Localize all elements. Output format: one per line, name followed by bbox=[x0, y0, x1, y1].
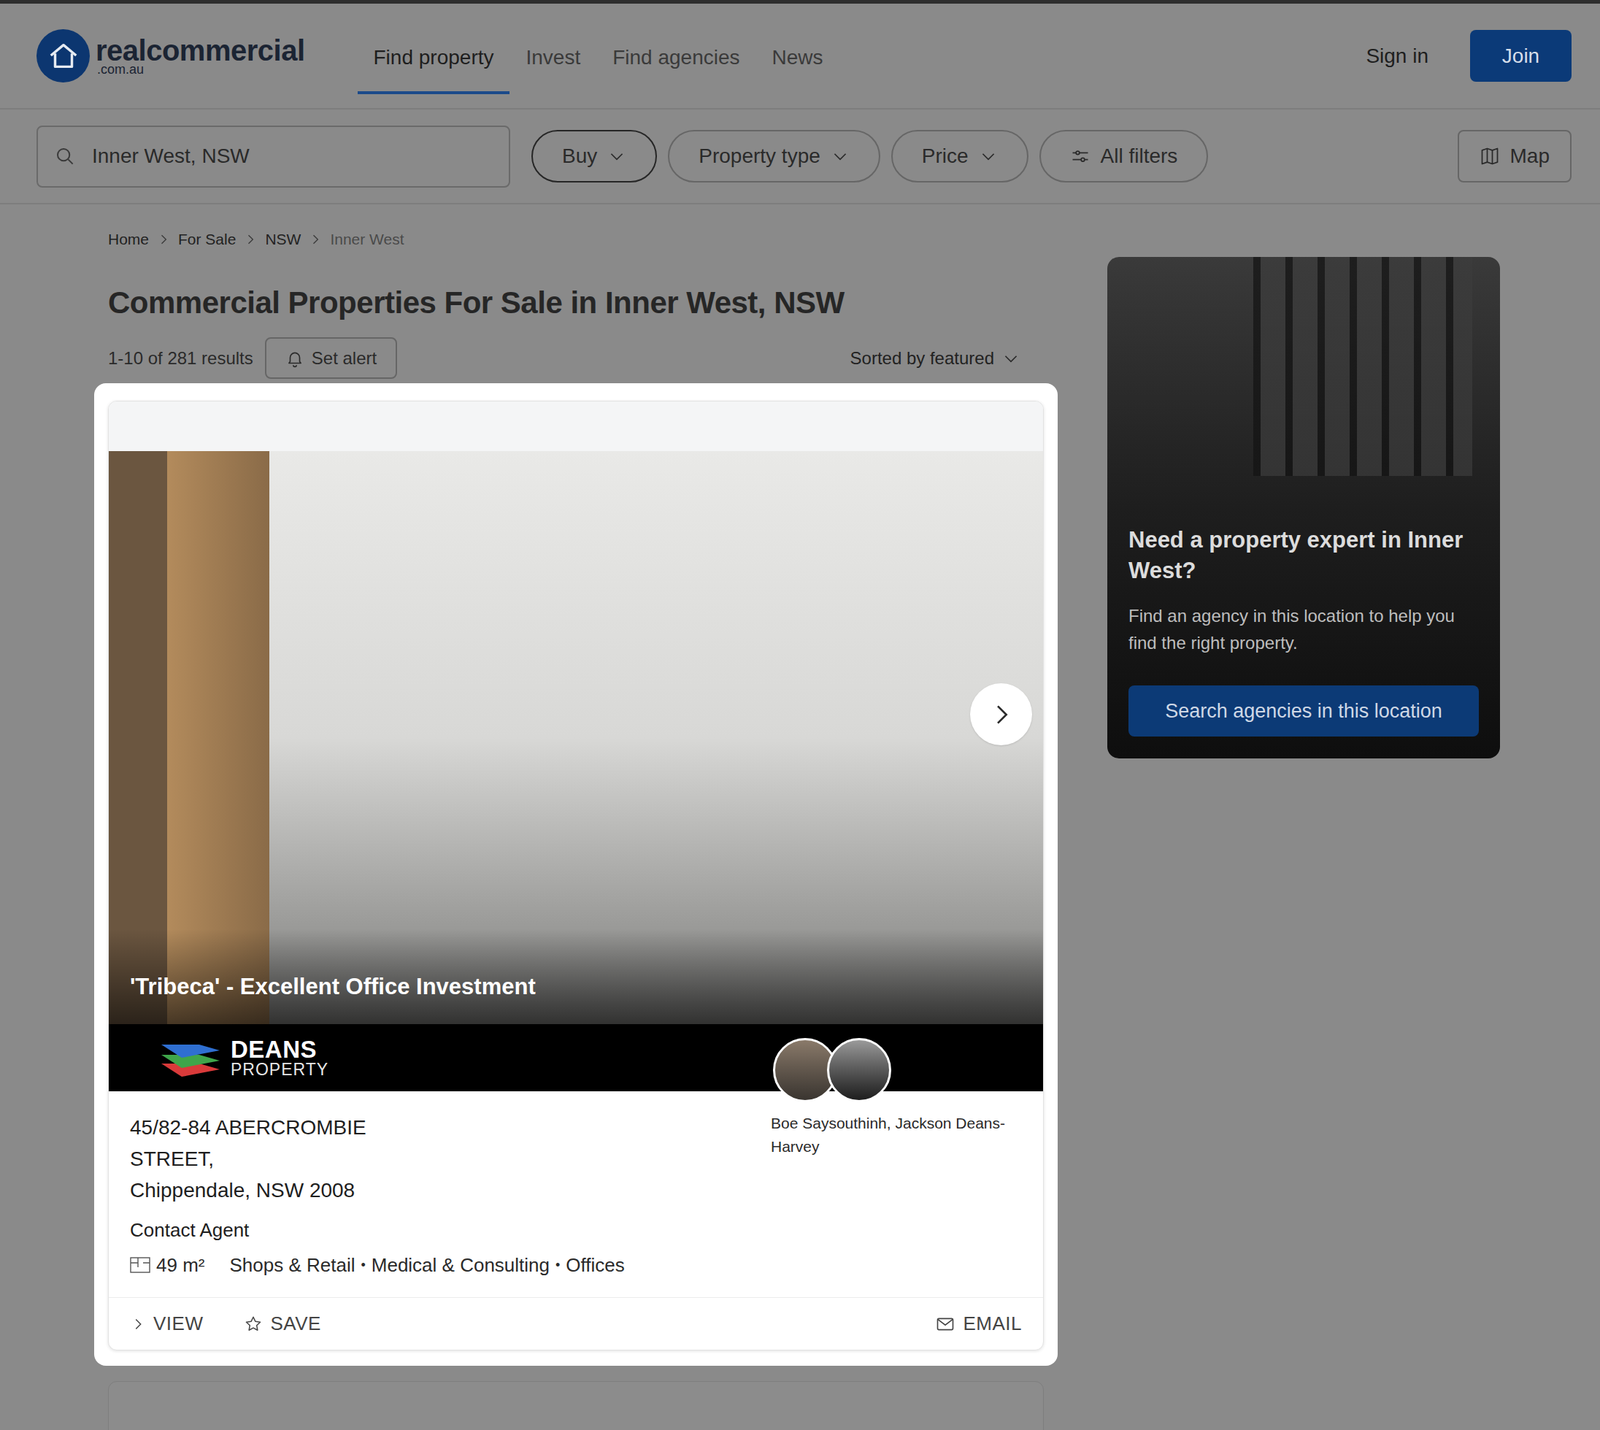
next-photo-button[interactable] bbox=[970, 683, 1033, 746]
set-alert-button[interactable]: Set alert bbox=[264, 337, 398, 379]
listing-photo[interactable]: 'Tribeca' - Excellent Office Investment bbox=[108, 451, 1044, 1025]
search-input[interactable] bbox=[91, 140, 509, 172]
listing-price: Contact Agent bbox=[129, 1216, 1022, 1244]
breadcrumb-item: Inner West bbox=[329, 229, 404, 250]
house-icon bbox=[36, 29, 90, 83]
filter-button[interactable]: Buy bbox=[531, 129, 657, 183]
chevron-right-icon bbox=[129, 1316, 146, 1333]
bell-icon bbox=[285, 348, 305, 368]
floor-area-icon bbox=[129, 1256, 151, 1273]
chevron-right-icon bbox=[243, 232, 258, 247]
page-heading: Commercial Properties For Sale in Inner … bbox=[108, 284, 1044, 322]
filter-bar: BuyProperty typePriceAll filters Map bbox=[0, 109, 1600, 205]
chevron-right-icon bbox=[308, 232, 323, 247]
breadcrumb: Home For Sale NSW Inner West bbox=[108, 229, 1044, 250]
map-icon bbox=[1479, 145, 1500, 167]
email-button[interactable]: EMAIL bbox=[935, 1309, 1022, 1338]
listing-info: 45/82-84 ABERCROMBIESTREET,Chippendale, … bbox=[108, 1091, 1044, 1278]
card-top-band bbox=[108, 401, 1044, 452]
results-count: 1-10 of 281 results bbox=[108, 345, 254, 372]
property-types: Shops & Retail•Medical & Consulting•Offi… bbox=[229, 1252, 625, 1278]
agent-avatar[interactable] bbox=[827, 1037, 892, 1103]
floor-area: 49 m² bbox=[156, 1252, 205, 1278]
chevron-right-icon bbox=[986, 700, 1017, 730]
nav-item[interactable]: Find agencies bbox=[596, 3, 756, 95]
sliders-icon bbox=[1070, 145, 1091, 167]
save-button[interactable]: SAVE bbox=[243, 1309, 321, 1338]
listing-highlight: 'Tribeca' - Excellent Office Investment D… bbox=[94, 383, 1058, 1366]
listing-card[interactable]: 'Tribeca' - Excellent Office Investment D… bbox=[108, 400, 1044, 1351]
next-listing-card[interactable] bbox=[108, 1381, 1044, 1430]
view-button[interactable]: VIEW bbox=[129, 1309, 203, 1338]
agency-logo[interactable]: DEANSPROPERTY bbox=[155, 1037, 329, 1079]
listing-title: 'Tribeca' - Excellent Office Investment bbox=[129, 972, 536, 1001]
chevron-right-icon bbox=[156, 232, 171, 247]
promo-title: Need a property expert in Inner West? bbox=[1128, 524, 1479, 587]
site-header: realcommercial.com.au Find propertyInvest… bbox=[0, 3, 1600, 110]
agent-names: Boe Saysouthinh, Jackson Deans-Harvey bbox=[770, 1111, 1022, 1206]
chevron-down-icon bbox=[830, 146, 850, 166]
sort-dropdown[interactable]: Sorted by featured bbox=[850, 345, 1021, 372]
mail-icon bbox=[935, 1313, 956, 1335]
agency-promo: Need a property expert in Inner West? Fin… bbox=[1107, 256, 1500, 759]
chevron-down-icon bbox=[978, 146, 998, 166]
star-icon bbox=[243, 1314, 263, 1334]
listing-address[interactable]: 45/82-84 ABERCROMBIESTREET,Chippendale, … bbox=[129, 1111, 367, 1206]
sign-in-link[interactable]: Sign in bbox=[1365, 40, 1429, 72]
search-field[interactable] bbox=[36, 125, 511, 188]
nav-item[interactable]: Invest bbox=[509, 3, 597, 95]
breadcrumb-item[interactable]: NSW bbox=[264, 229, 301, 250]
chevron-down-icon bbox=[607, 146, 627, 166]
map-button[interactable]: Map bbox=[1457, 129, 1572, 183]
filter-button[interactable]: Property type bbox=[667, 129, 881, 183]
join-button[interactable]: Join bbox=[1470, 29, 1572, 82]
search-agencies-button[interactable]: Search agencies in this location bbox=[1128, 685, 1479, 737]
chevron-down-icon bbox=[1001, 348, 1021, 368]
layers-icon bbox=[155, 1037, 225, 1079]
breadcrumb-item[interactable]: Home bbox=[108, 229, 149, 250]
logo[interactable]: realcommercial.com.au bbox=[36, 29, 306, 83]
main-nav: Find propertyInvestFind agenciesNews bbox=[357, 3, 840, 95]
filter-button[interactable]: All filters bbox=[1039, 129, 1209, 183]
card-actions: VIEW SAVE EMAIL bbox=[108, 1297, 1044, 1350]
breadcrumb-item[interactable]: For Sale bbox=[178, 229, 236, 250]
nav-item[interactable]: News bbox=[756, 3, 840, 95]
filter-button[interactable]: Price bbox=[891, 129, 1029, 183]
search-icon bbox=[54, 145, 76, 168]
agency-band: DEANSPROPERTY bbox=[108, 1024, 1044, 1092]
agent-avatars[interactable] bbox=[772, 1037, 892, 1103]
promo-body: Find an agency in this location to help … bbox=[1128, 602, 1479, 657]
nav-item[interactable]: Find property bbox=[357, 3, 511, 95]
